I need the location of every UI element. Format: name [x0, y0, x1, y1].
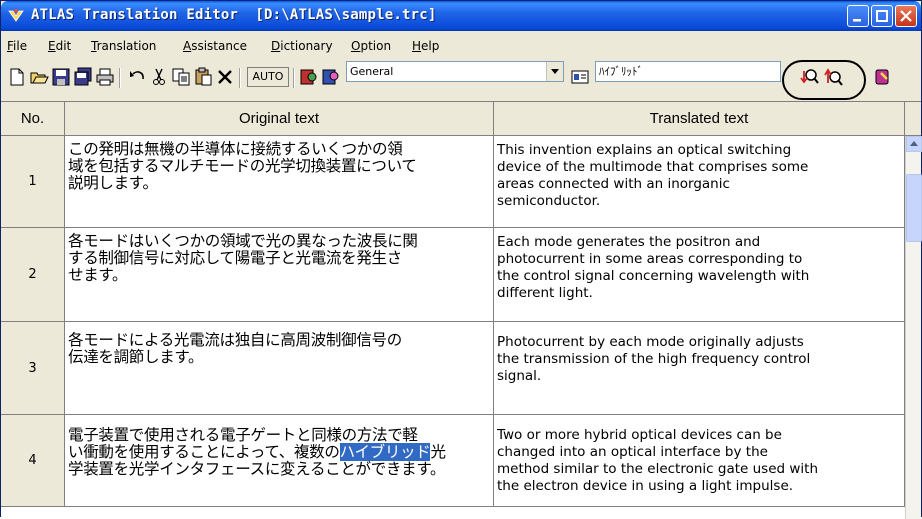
original-line: この発明は無機の半導体に接続するいくつかの領: [68, 140, 403, 158]
original-line: 学装置を光学インタフェースに変えることができます。: [68, 460, 446, 478]
table-row[interactable]: 4 電子装置で使用される電子ゲートと同様の方法で軽 い衝動を使用することによって…: [1, 415, 905, 507]
original-line: 各モードはいくつかの領域で光の異なった波長に関: [68, 232, 418, 250]
translated-line: Photocurrent by each mode originally adj…: [497, 334, 804, 350]
menu-bar: File Edit Translation Assistance Diction…: [1, 36, 921, 58]
original-line: い衝動を使用することによって、複数のハイブリッド光: [68, 443, 491, 461]
close-icon: [900, 10, 912, 22]
menu-assistance[interactable]: Assistance: [183, 39, 247, 53]
cut-icon[interactable]: [149, 67, 169, 87]
column-header-translated[interactable]: Translated text: [494, 102, 905, 136]
translated-text-cell[interactable]: Each mode generates the positron and pho…: [494, 228, 905, 322]
table-row[interactable]: 2 各モードはいくつかの領域で光の異なった波長に関 する制御信号に対応して陽電子…: [1, 228, 905, 322]
original-line: 各モードによる光電流は独自に高周波制御信号の: [68, 331, 402, 349]
menu-option[interactable]: Option: [351, 39, 391, 53]
undo-icon[interactable]: [127, 67, 147, 87]
original-text-cell[interactable]: 各モードはいくつかの領域で光の異なった波長に関 する制御信号に対応して陽電子と光…: [65, 228, 494, 322]
term-icon[interactable]: [570, 67, 590, 87]
menu-help[interactable]: Help: [412, 39, 439, 53]
open-folder-icon[interactable]: [29, 67, 49, 87]
header-corner: [905, 102, 921, 136]
app-window: ATLAS Translation Editor [D:\ATLAS\sampl…: [0, 0, 922, 519]
translated-text-cell[interactable]: Two or more hybrid optical devices can b…: [494, 415, 905, 507]
delete-icon[interactable]: [215, 67, 235, 87]
original-text-cell[interactable]: この発明は無機の半導体に接続するいくつかの領 域を包括するマルチモードの光学切換…: [65, 136, 494, 228]
menu-dictionary[interactable]: Dictionary: [271, 39, 333, 53]
original-line: せます。: [68, 266, 128, 284]
minimize-button[interactable]: [847, 5, 869, 27]
dictionary-look-icon[interactable]: [299, 67, 319, 87]
table-row[interactable]: 1 この発明は無機の半導体に接続するいくつかの領 域を包括するマルチモードの光学…: [1, 136, 905, 228]
maximize-icon: [876, 10, 888, 22]
translated-line: signal.: [497, 368, 542, 384]
translated-line: Two or more hybrid optical devices can b…: [497, 427, 782, 443]
menu-translation[interactable]: Translation: [91, 39, 156, 53]
new-file-icon[interactable]: [7, 67, 27, 87]
translated-line: This invention explains an optical switc…: [497, 142, 792, 158]
original-text-cell[interactable]: 電子装置で使用される電子ゲートと同様の方法で軽 い衝動を使用することによって、複…: [65, 415, 494, 507]
scroll-up-button[interactable]: [906, 136, 922, 152]
translated-line: device of the multimode that comprises s…: [497, 159, 809, 175]
translated-line: semiconductor.: [497, 193, 601, 209]
atlas-app-icon[interactable]: [7, 7, 25, 25]
column-header-original[interactable]: Original text: [65, 102, 494, 136]
save-icon[interactable]: [51, 67, 71, 87]
scroll-thumb[interactable]: [906, 174, 922, 242]
original-line: 電子装置で使用される電子ゲートと同様の方法で軽: [68, 426, 418, 444]
title-bar[interactable]: ATLAS Translation Editor [D:\ATLAS\sampl…: [1, 1, 921, 31]
table-row[interactable]: 3 各モードによる光電流は独自に高周波制御信号の 伝達を調節します。 Photo…: [1, 322, 905, 415]
search-down-icon[interactable]: [800, 67, 820, 87]
translated-line: the electron device in using a light imp…: [497, 478, 794, 494]
row-number: 4: [1, 415, 65, 507]
minimize-icon: [853, 19, 861, 22]
original-line-text: い衝動を使用することによって、複数の: [68, 443, 340, 461]
menu-file[interactable]: File: [7, 39, 27, 53]
toolbar-separator: [239, 68, 241, 88]
translated-line: the control signal concerning wavelength…: [497, 268, 810, 284]
copy-icon[interactable]: [171, 67, 191, 87]
close-button[interactable]: [895, 5, 917, 27]
translated-line: method similar to the electronic gate us…: [497, 461, 819, 477]
translated-line: different light.: [497, 285, 593, 301]
vertical-scrollbar[interactable]: [905, 136, 922, 519]
column-header-no[interactable]: No.: [1, 102, 65, 136]
chevron-down-icon[interactable]: [546, 62, 563, 81]
search-up-icon[interactable]: [824, 67, 844, 87]
auto-translate-button[interactable]: AUTO: [247, 67, 289, 87]
dictionary-search-icon[interactable]: [321, 67, 341, 87]
row-number: 3: [1, 322, 65, 415]
translated-line: areas connected with an inorganic: [497, 176, 730, 192]
maximize-button[interactable]: [871, 5, 893, 27]
selected-text[interactable]: ハイブリッド: [339, 443, 431, 461]
translated-text-cell[interactable]: Photocurrent by each mode originally adj…: [494, 322, 905, 415]
term-input-value: ﾊｲﾌﾞﾘｯﾄﾞ: [599, 65, 643, 78]
window-title: ATLAS Translation Editor [D:\ATLAS\sampl…: [31, 7, 437, 23]
original-line: 伝達を調節します。: [68, 348, 204, 366]
assistance-icon[interactable]: [873, 67, 893, 87]
original-line: 域を包括するマルチモードの光学切換装置について: [68, 157, 417, 175]
original-line-text: 光: [430, 443, 446, 461]
toolbar: AUTO General ﾊｲﾌﾞﾘｯﾄﾞ: [1, 60, 921, 101]
translated-line: changed into an optical interface by the: [497, 444, 768, 460]
translation-grid: No. Original text Translated text 1 この発明…: [1, 101, 922, 519]
original-text-cell[interactable]: 各モードによる光電流は独自に高周波制御信号の 伝達を調節します。: [65, 322, 494, 415]
term-input[interactable]: ﾊｲﾌﾞﾘｯﾄﾞ: [595, 61, 781, 82]
toolbar-separator: [293, 68, 295, 88]
translated-line: photocurrent in some areas corresponding…: [497, 251, 803, 267]
row-number: 2: [1, 228, 65, 322]
field-combo[interactable]: General: [346, 61, 564, 82]
toolbar-separator: [119, 68, 121, 88]
menu-edit[interactable]: Edit: [48, 39, 71, 53]
paste-icon[interactable]: [193, 67, 213, 87]
translated-line: the transmission of the high frequency c…: [497, 351, 811, 367]
translated-line: Each mode generates the positron and: [497, 234, 761, 250]
save-all-icon[interactable]: [73, 67, 93, 87]
translated-text-cell[interactable]: This invention explains an optical switc…: [494, 136, 905, 228]
print-icon[interactable]: [95, 67, 115, 87]
original-line: する制御信号に対応して陽電子と光電流を発生さ: [68, 249, 402, 267]
original-line: 説明します。: [68, 174, 158, 192]
field-combo-value: General: [350, 65, 394, 78]
row-number: 1: [1, 136, 65, 228]
